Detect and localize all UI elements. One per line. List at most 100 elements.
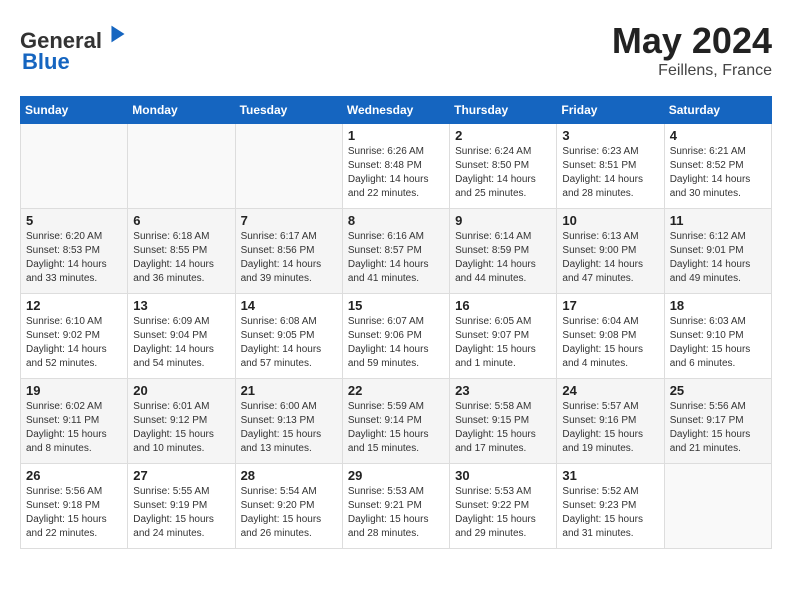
calendar-location: Feillens, France bbox=[612, 62, 772, 80]
calendar-cell: 30Sunrise: 5:53 AM Sunset: 9:22 PM Dayli… bbox=[450, 464, 557, 549]
page-header: General Blue May 2024 Feillens, France bbox=[20, 20, 772, 80]
day-info: Sunrise: 6:26 AM Sunset: 8:48 PM Dayligh… bbox=[348, 145, 444, 201]
calendar-cell: 13Sunrise: 6:09 AM Sunset: 9:04 PM Dayli… bbox=[128, 294, 235, 379]
day-number: 20 bbox=[133, 383, 229, 398]
calendar-cell bbox=[21, 124, 128, 209]
day-number: 6 bbox=[133, 213, 229, 228]
calendar-cell: 29Sunrise: 5:53 AM Sunset: 9:21 PM Dayli… bbox=[342, 464, 449, 549]
day-number: 8 bbox=[348, 213, 444, 228]
day-info: Sunrise: 5:52 AM Sunset: 9:23 PM Dayligh… bbox=[562, 485, 658, 541]
day-number: 18 bbox=[670, 298, 766, 313]
calendar-header-row: SundayMondayTuesdayWednesdayThursdayFrid… bbox=[21, 97, 772, 124]
day-number: 19 bbox=[26, 383, 122, 398]
calendar-cell bbox=[235, 124, 342, 209]
calendar-cell: 27 Sunrise: 5:55 AM Sunset: 9:19 PM Dayli… bbox=[128, 464, 235, 549]
day-info: Sunrise: 6:02 AM Sunset: 9:11 PM Dayligh… bbox=[26, 400, 122, 456]
calendar-cell: 16 Sunrise: 6:05 AM Sunset: 9:07 PM Dayli… bbox=[450, 294, 557, 379]
day-number: 1 bbox=[348, 128, 444, 143]
calendar-cell: 23 Sunrise: 5:58 AM Sunset: 9:15 PM Dayli… bbox=[450, 379, 557, 464]
calendar-cell: 15Sunrise: 6:07 AM Sunset: 9:06 PM Dayli… bbox=[342, 294, 449, 379]
day-number: 17 bbox=[562, 298, 658, 313]
day-number: 26 bbox=[26, 468, 122, 483]
day-number: 5 bbox=[26, 213, 122, 228]
day-number: 16 bbox=[455, 298, 551, 313]
day-info: Sunrise: 6:04 AM Sunset: 9:08 PM Dayligh… bbox=[562, 315, 658, 371]
calendar-cell: 19 Sunrise: 6:02 AM Sunset: 9:11 PM Dayli… bbox=[21, 379, 128, 464]
day-info: Sunrise: 6:08 AM Sunset: 9:05 PM Dayligh… bbox=[241, 315, 337, 371]
day-info: Sunrise: 6:12 AM Sunset: 9:01 PM Dayligh… bbox=[670, 230, 766, 286]
calendar-cell: 8 Sunrise: 6:16 AM Sunset: 8:57 PM Daylig… bbox=[342, 209, 449, 294]
calendar-cell: 11 Sunrise: 6:12 AM Sunset: 9:01 PM Dayli… bbox=[664, 209, 771, 294]
calendar-cell: 25 Sunrise: 5:56 AM Sunset: 9:17 PM Dayli… bbox=[664, 379, 771, 464]
day-info: Sunrise: 6:21 AM Sunset: 8:52 PM Dayligh… bbox=[670, 145, 766, 201]
day-info: Sunrise: 6:00 AM Sunset: 9:13 PM Dayligh… bbox=[241, 400, 337, 456]
calendar-cell: 18 Sunrise: 6:03 AM Sunset: 9:10 PM Dayli… bbox=[664, 294, 771, 379]
day-number: 15 bbox=[348, 298, 444, 313]
day-number: 13 bbox=[133, 298, 229, 313]
day-info: Sunrise: 5:56 AM Sunset: 9:17 PM Dayligh… bbox=[670, 400, 766, 456]
day-info: Sunrise: 6:13 AM Sunset: 9:00 PM Dayligh… bbox=[562, 230, 658, 286]
calendar-week-row: 5 Sunrise: 6:20 AM Sunset: 8:53 PM Daylig… bbox=[21, 209, 772, 294]
day-info: Sunrise: 6:03 AM Sunset: 9:10 PM Dayligh… bbox=[670, 315, 766, 371]
day-number: 30 bbox=[455, 468, 551, 483]
day-info: Sunrise: 5:58 AM Sunset: 9:15 PM Dayligh… bbox=[455, 400, 551, 456]
day-info: Sunrise: 5:56 AM Sunset: 9:18 PM Dayligh… bbox=[26, 485, 122, 541]
day-info: Sunrise: 6:14 AM Sunset: 8:59 PM Dayligh… bbox=[455, 230, 551, 286]
calendar-table: SundayMondayTuesdayWednesdayThursdayFrid… bbox=[20, 96, 772, 549]
calendar-cell: 6Sunrise: 6:18 AM Sunset: 8:55 PM Daylig… bbox=[128, 209, 235, 294]
day-number: 12 bbox=[26, 298, 122, 313]
calendar-cell: 9 Sunrise: 6:14 AM Sunset: 8:59 PM Daylig… bbox=[450, 209, 557, 294]
calendar-cell: 12Sunrise: 6:10 AM Sunset: 9:02 PM Dayli… bbox=[21, 294, 128, 379]
day-info: Sunrise: 6:16 AM Sunset: 8:57 PM Dayligh… bbox=[348, 230, 444, 286]
day-info: Sunrise: 6:01 AM Sunset: 9:12 PM Dayligh… bbox=[133, 400, 229, 456]
day-header-friday: Friday bbox=[557, 97, 664, 124]
calendar-cell: 17 Sunrise: 6:04 AM Sunset: 9:08 PM Dayli… bbox=[557, 294, 664, 379]
day-info: Sunrise: 6:05 AM Sunset: 9:07 PM Dayligh… bbox=[455, 315, 551, 371]
day-number: 27 bbox=[133, 468, 229, 483]
calendar-cell: 24 Sunrise: 5:57 AM Sunset: 9:16 PM Dayli… bbox=[557, 379, 664, 464]
calendar-week-row: 1 Sunrise: 6:26 AM Sunset: 8:48 PM Daylig… bbox=[21, 124, 772, 209]
day-header-monday: Monday bbox=[128, 97, 235, 124]
day-header-tuesday: Tuesday bbox=[235, 97, 342, 124]
day-number: 23 bbox=[455, 383, 551, 398]
calendar-week-row: 26 Sunrise: 5:56 AM Sunset: 9:18 PM Dayli… bbox=[21, 464, 772, 549]
day-number: 31 bbox=[562, 468, 658, 483]
day-info: Sunrise: 5:55 AM Sunset: 9:19 PM Dayligh… bbox=[133, 485, 229, 541]
title-block: May 2024 Feillens, France bbox=[612, 20, 772, 80]
day-number: 11 bbox=[670, 213, 766, 228]
day-info: Sunrise: 6:17 AM Sunset: 8:56 PM Dayligh… bbox=[241, 230, 337, 286]
day-number: 14 bbox=[241, 298, 337, 313]
calendar-cell: 1 Sunrise: 6:26 AM Sunset: 8:48 PM Daylig… bbox=[342, 124, 449, 209]
calendar-cell bbox=[128, 124, 235, 209]
calendar-cell: 14 Sunrise: 6:08 AM Sunset: 9:05 PM Dayli… bbox=[235, 294, 342, 379]
logo: General Blue bbox=[20, 20, 132, 75]
calendar-cell bbox=[664, 464, 771, 549]
day-info: Sunrise: 5:54 AM Sunset: 9:20 PM Dayligh… bbox=[241, 485, 337, 541]
day-number: 4 bbox=[670, 128, 766, 143]
day-number: 28 bbox=[241, 468, 337, 483]
day-number: 21 bbox=[241, 383, 337, 398]
calendar-week-row: 12Sunrise: 6:10 AM Sunset: 9:02 PM Dayli… bbox=[21, 294, 772, 379]
day-info: Sunrise: 6:24 AM Sunset: 8:50 PM Dayligh… bbox=[455, 145, 551, 201]
calendar-cell: 3Sunrise: 6:23 AM Sunset: 8:51 PM Daylig… bbox=[557, 124, 664, 209]
day-number: 25 bbox=[670, 383, 766, 398]
logo-arrow-icon bbox=[104, 20, 132, 48]
day-number: 24 bbox=[562, 383, 658, 398]
calendar-cell: 21 Sunrise: 6:00 AM Sunset: 9:13 PM Dayli… bbox=[235, 379, 342, 464]
calendar-cell: 22Sunrise: 5:59 AM Sunset: 9:14 PM Dayli… bbox=[342, 379, 449, 464]
calendar-cell: 7 Sunrise: 6:17 AM Sunset: 8:56 PM Daylig… bbox=[235, 209, 342, 294]
day-number: 9 bbox=[455, 213, 551, 228]
calendar-cell: 20 Sunrise: 6:01 AM Sunset: 9:12 PM Dayli… bbox=[128, 379, 235, 464]
calendar-cell: 26 Sunrise: 5:56 AM Sunset: 9:18 PM Dayli… bbox=[21, 464, 128, 549]
day-number: 10 bbox=[562, 213, 658, 228]
day-info: Sunrise: 5:57 AM Sunset: 9:16 PM Dayligh… bbox=[562, 400, 658, 456]
calendar-cell: 5 Sunrise: 6:20 AM Sunset: 8:53 PM Daylig… bbox=[21, 209, 128, 294]
logo-blue-text: Blue bbox=[22, 49, 70, 75]
day-number: 2 bbox=[455, 128, 551, 143]
day-number: 7 bbox=[241, 213, 337, 228]
day-number: 29 bbox=[348, 468, 444, 483]
day-number: 22 bbox=[348, 383, 444, 398]
day-header-wednesday: Wednesday bbox=[342, 97, 449, 124]
calendar-cell: 2 Sunrise: 6:24 AM Sunset: 8:50 PM Daylig… bbox=[450, 124, 557, 209]
day-info: Sunrise: 6:20 AM Sunset: 8:53 PM Dayligh… bbox=[26, 230, 122, 286]
